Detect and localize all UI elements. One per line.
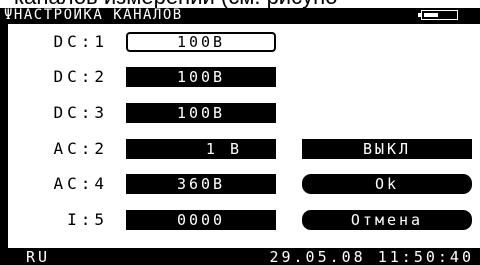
document-caption-fragment: каналов измерений (см. рисуно <box>14 0 480 8</box>
off-button[interactable]: ВЫКЛ <box>302 139 472 159</box>
date-time: 29.05.08 11:50:40 <box>269 248 474 265</box>
ok-button[interactable]: Ok <box>302 174 472 194</box>
channel-label-i5: I:5 <box>67 210 108 229</box>
channel-label-ac4: AC:4 <box>53 174 108 193</box>
channel-range-dc1[interactable]: 100В <box>126 32 276 52</box>
channel-range-ac2[interactable]: 1 В <box>126 139 276 159</box>
battery-icon <box>418 10 458 20</box>
screen-title: ΨНАСТРОЙКА КАНАЛОВ <box>4 8 183 23</box>
channel-label-dc1: DC:1 <box>53 32 108 51</box>
channel-range-dc3[interactable]: 100В <box>126 103 276 123</box>
channel-label-dc2: DC:2 <box>53 67 108 86</box>
cancel-button[interactable]: Отмена <box>302 210 472 230</box>
language-indicator: RU <box>26 248 51 265</box>
channel-range-ac4[interactable]: 360В <box>126 174 276 194</box>
channel-range-dc2[interactable]: 100В <box>126 67 276 87</box>
channel-range-i5[interactable]: 0000 <box>126 210 276 230</box>
status-bar: RU 29.05.08 11:50:40 <box>8 250 480 265</box>
channel-label-ac2: AC:2 <box>53 139 108 158</box>
channel-label-dc3: DC:3 <box>53 103 108 122</box>
device-screen: ΨНАСТРОЙКА КАНАЛОВ DC:1 100В DC:2 100В D… <box>0 8 480 265</box>
channel-settings-panel: DC:1 100В DC:2 100В DC:3 100В AC:2 1 В A… <box>8 24 480 248</box>
